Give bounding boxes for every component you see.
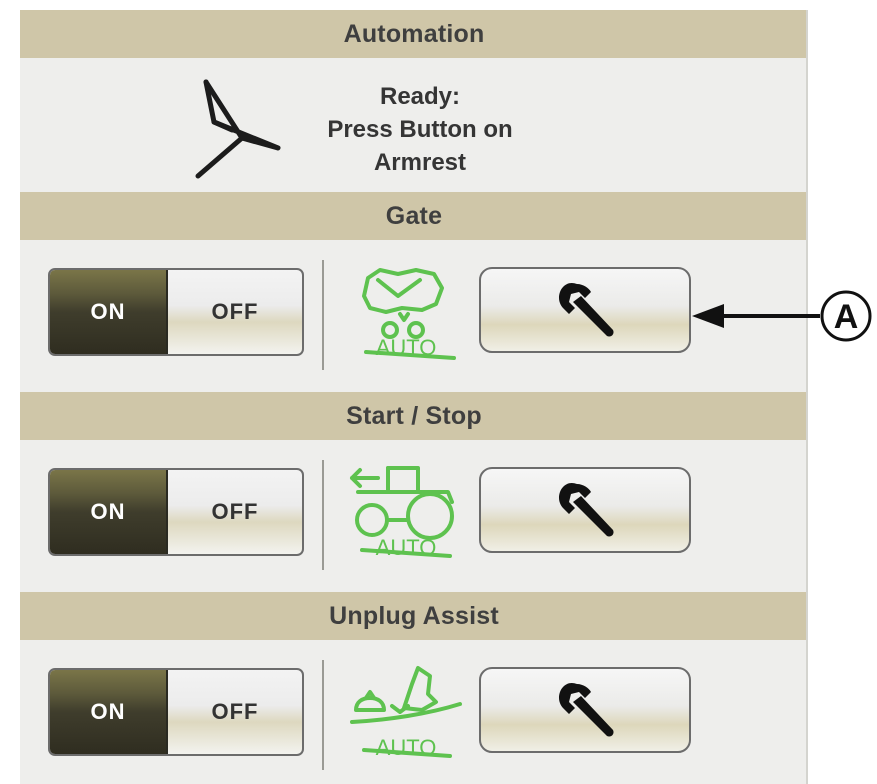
row-divider [322,260,324,370]
gate-header-title: Gate [385,201,443,230]
automation-panel: Automation Ready: Press Button on Armres… [20,10,808,784]
gate-header: Gate [20,192,808,240]
ready-status: Ready: Press Button on Armrest [20,68,808,198]
toggle-on-segment[interactable]: ON [50,270,168,354]
armrest-button-icon [195,79,281,179]
unplug-assist-header: Unplug Assist [20,592,808,640]
ready-status-text: Ready: Press Button on Armrest [290,80,550,179]
unplug-assist-row: ON OFF AUTO [20,640,808,778]
toggle-off-segment[interactable]: OFF [168,470,302,554]
toggle-on-segment[interactable]: ON [50,670,168,754]
unplug-assist-on-off-toggle[interactable]: ON OFF [48,668,304,756]
toggle-on-label: ON [90,499,126,524]
wrench-icon [559,482,614,537]
automation-header-title: Automation [343,19,485,48]
automation-header: Automation [20,10,808,58]
callout-a: A [692,290,872,342]
start-stop-header: Start / Stop [20,392,808,440]
start-stop-on-off-toggle[interactable]: ON OFF [48,468,304,556]
gate-on-off-toggle[interactable]: ON OFF [48,268,304,356]
wrench-icon [559,282,614,337]
toggle-on-label: ON [90,299,126,324]
auto-label: AUTO [376,335,437,360]
wrench-icon [559,682,614,737]
gate-auto-icon: AUTO [362,268,456,360]
ready-status-line: Ready: [379,83,461,110]
ready-status-line: Armrest [373,149,467,176]
callout-arrow [692,304,820,328]
toggle-off-label: OFF [211,299,259,324]
start-stop-settings-button[interactable] [479,467,691,553]
toggle-off-label: OFF [211,699,259,724]
toggle-off-segment[interactable]: OFF [168,670,302,754]
gate-settings-button[interactable] [479,267,691,353]
toggle-off-label: OFF [211,499,259,524]
toggle-on-label: ON [90,699,126,724]
row-divider [322,460,324,570]
unplug-assist-settings-button[interactable] [479,667,691,753]
auto-label: AUTO [376,535,437,560]
unplug-auto-icon: AUTO [350,666,462,760]
callout-label: A [834,298,859,336]
toggle-on-segment[interactable]: ON [50,470,168,554]
tractor-auto-icon: AUTO [350,466,454,560]
auto-label: AUTO [376,735,437,760]
start-stop-row: ON OFF AUTO [20,440,808,578]
row-divider [322,660,324,770]
unplug-assist-header-title: Unplug Assist [329,601,499,630]
toggle-off-segment[interactable]: OFF [168,270,302,354]
start-stop-header-title: Start / Stop [346,401,482,430]
ready-status-line: Press Button on [327,116,513,143]
